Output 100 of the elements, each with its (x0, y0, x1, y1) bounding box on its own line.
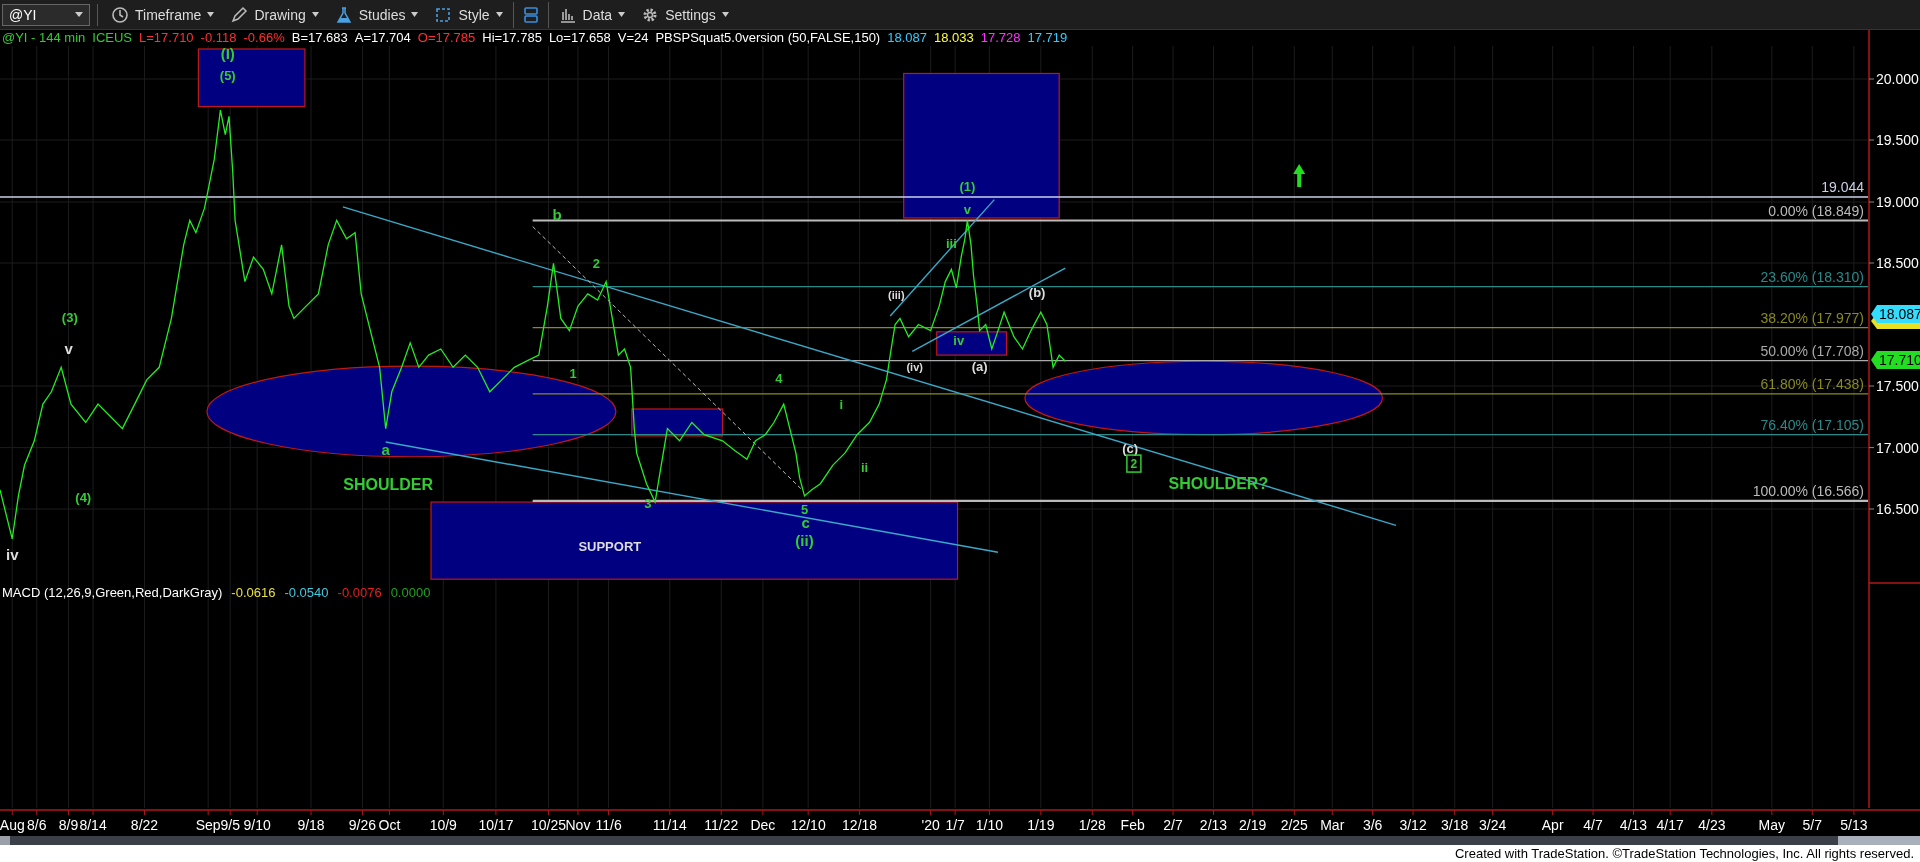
date-label: 8/9 (58, 817, 79, 833)
macd-value: MACD (12,26,9,Green,Red,DarkGray) (2, 585, 223, 600)
wave-label: 1 (569, 365, 577, 381)
wave-label: ii (860, 460, 869, 476)
quote-value: A=17.704 (354, 30, 411, 45)
toolbar-button[interactable]: Style (428, 1, 509, 28)
toolbar-button[interactable]: Drawing (224, 1, 325, 28)
layout-icon (521, 5, 540, 24)
caret-icon (495, 12, 503, 17)
date-label: 12/18 (842, 817, 878, 833)
date-label: 4/7 (1583, 817, 1603, 833)
wave-label: (4) (75, 489, 92, 505)
fib-level-label: 100.00% (16.566) (1752, 482, 1864, 499)
date-label: 8/14 (79, 817, 107, 833)
toolbar-button[interactable]: Settings (635, 1, 735, 28)
quote-value: @YI - 144 min (2, 30, 86, 45)
quote-value: 17.728 (980, 30, 1021, 45)
wave-label: i (839, 396, 844, 412)
date-label: 1/7 (945, 817, 965, 833)
copyright-text: Created with TradeStation. ©TradeStation Technologies, Inc. All rights reserved. (1454, 846, 1914, 861)
date-label: 4/23 (1698, 817, 1726, 833)
wave-label: iii (946, 236, 957, 252)
date-label: 10/17 (478, 817, 514, 833)
pen-icon (230, 5, 249, 24)
date-label: 11/14 (652, 817, 687, 833)
wave-label: v (963, 201, 971, 217)
wave-label: iv (6, 546, 19, 564)
fib-level-label: 76.40% (17.105) (1760, 416, 1864, 433)
macd-value: -0.0076 (337, 585, 382, 600)
wave-label: (5) (219, 68, 236, 84)
wave-label: (ii) (795, 531, 814, 549)
price-axis-label: 20.000 (1876, 71, 1919, 87)
caret-icon (207, 12, 215, 17)
date-label: 8/22 (130, 817, 159, 833)
scroll-handle[interactable] (0, 836, 10, 845)
date-label: Sep (195, 817, 221, 833)
date-label: '20 (921, 817, 940, 833)
symbol-dropdown[interactable]: @YI (2, 3, 90, 26)
price-axis-label: 18.500 (1876, 255, 1919, 271)
date-label: Dec (750, 817, 776, 833)
toolbar-button[interactable]: Data (552, 1, 632, 28)
date-label: 3/6 (1362, 817, 1383, 833)
wave-label: 4 (775, 370, 783, 386)
caret-icon (618, 12, 626, 17)
scrollbar[interactable] (10, 836, 1838, 845)
flask-icon (334, 5, 353, 24)
quote-value: Lo=17.658 (548, 30, 611, 45)
date-label: 2/25 (1280, 817, 1308, 833)
macd-value: -0.0540 (284, 585, 329, 600)
date-label: 9/18 (297, 817, 325, 833)
date-label: Mar (1320, 817, 1345, 833)
fib-level-label: 61.80% (17.438) (1760, 375, 1864, 392)
quote-value: O=17.785 (417, 30, 476, 45)
quote-value: 17.719 (1027, 30, 1068, 45)
quote-value: ICEUS (92, 30, 132, 45)
date-label: Oct (378, 817, 401, 833)
caret-icon (311, 12, 319, 17)
wave-label: b (552, 205, 562, 223)
wave-label: 2 (1126, 454, 1142, 473)
toolbar-button[interactable]: Studies (328, 1, 425, 28)
date-label: 8/6 (27, 817, 47, 833)
wave-label: (a) (971, 358, 988, 374)
wave-label: v (64, 340, 73, 358)
toolbar-button[interactable]: Timeframe (105, 1, 221, 28)
target-box (936, 331, 1008, 356)
caret-icon (411, 12, 419, 17)
quote-value: -0.118 (200, 30, 237, 45)
wave-label: c (801, 514, 810, 532)
wave-label: (1) (959, 178, 976, 194)
price-axis-label: 16.500 (1876, 501, 1919, 517)
quote-value: V=24 (617, 30, 649, 45)
wave-label: (iii) (888, 289, 905, 302)
wave-label: (I) (220, 45, 235, 63)
date-label: 4/17 (1656, 817, 1684, 833)
wave-label: iv (953, 332, 965, 348)
date-label: 3/18 (1441, 817, 1469, 833)
date-label: 5/13 (1840, 817, 1868, 833)
date-label: Aug (0, 817, 25, 833)
date-label: 3/24 (1479, 817, 1507, 833)
macd-value: -0.0616 (231, 585, 276, 600)
wave-label: (3) (61, 309, 78, 325)
macd-value: 0.0000 (390, 585, 431, 600)
price-axis-label: 19.000 (1876, 194, 1919, 210)
date-label: 9/10 (243, 817, 271, 833)
date-label: May (1758, 817, 1786, 833)
date-label: Feb (1120, 817, 1145, 833)
date-label: 3/12 (1399, 817, 1427, 833)
scrollbar-thumb[interactable] (1838, 836, 1920, 845)
price-axis-label: 17.000 (1876, 439, 1919, 456)
wave-label: (iv) (906, 361, 923, 374)
date-label: Nov (565, 817, 591, 833)
date-label: 2/7 (1163, 817, 1183, 833)
quote-value: Hi=17.785 (482, 30, 542, 45)
fib-level-label: 38.20% (17.977) (1760, 309, 1864, 326)
date-label: 4/13 (1619, 817, 1648, 833)
layout-button[interactable] (512, 1, 549, 28)
fib-level-label: 50.00% (17.708) (1760, 342, 1864, 359)
quote-value: PBSPSquat5.0version (50,FALSE,150) (655, 30, 881, 45)
clock-icon (111, 5, 129, 24)
date-label: 2/13 (1199, 817, 1228, 833)
